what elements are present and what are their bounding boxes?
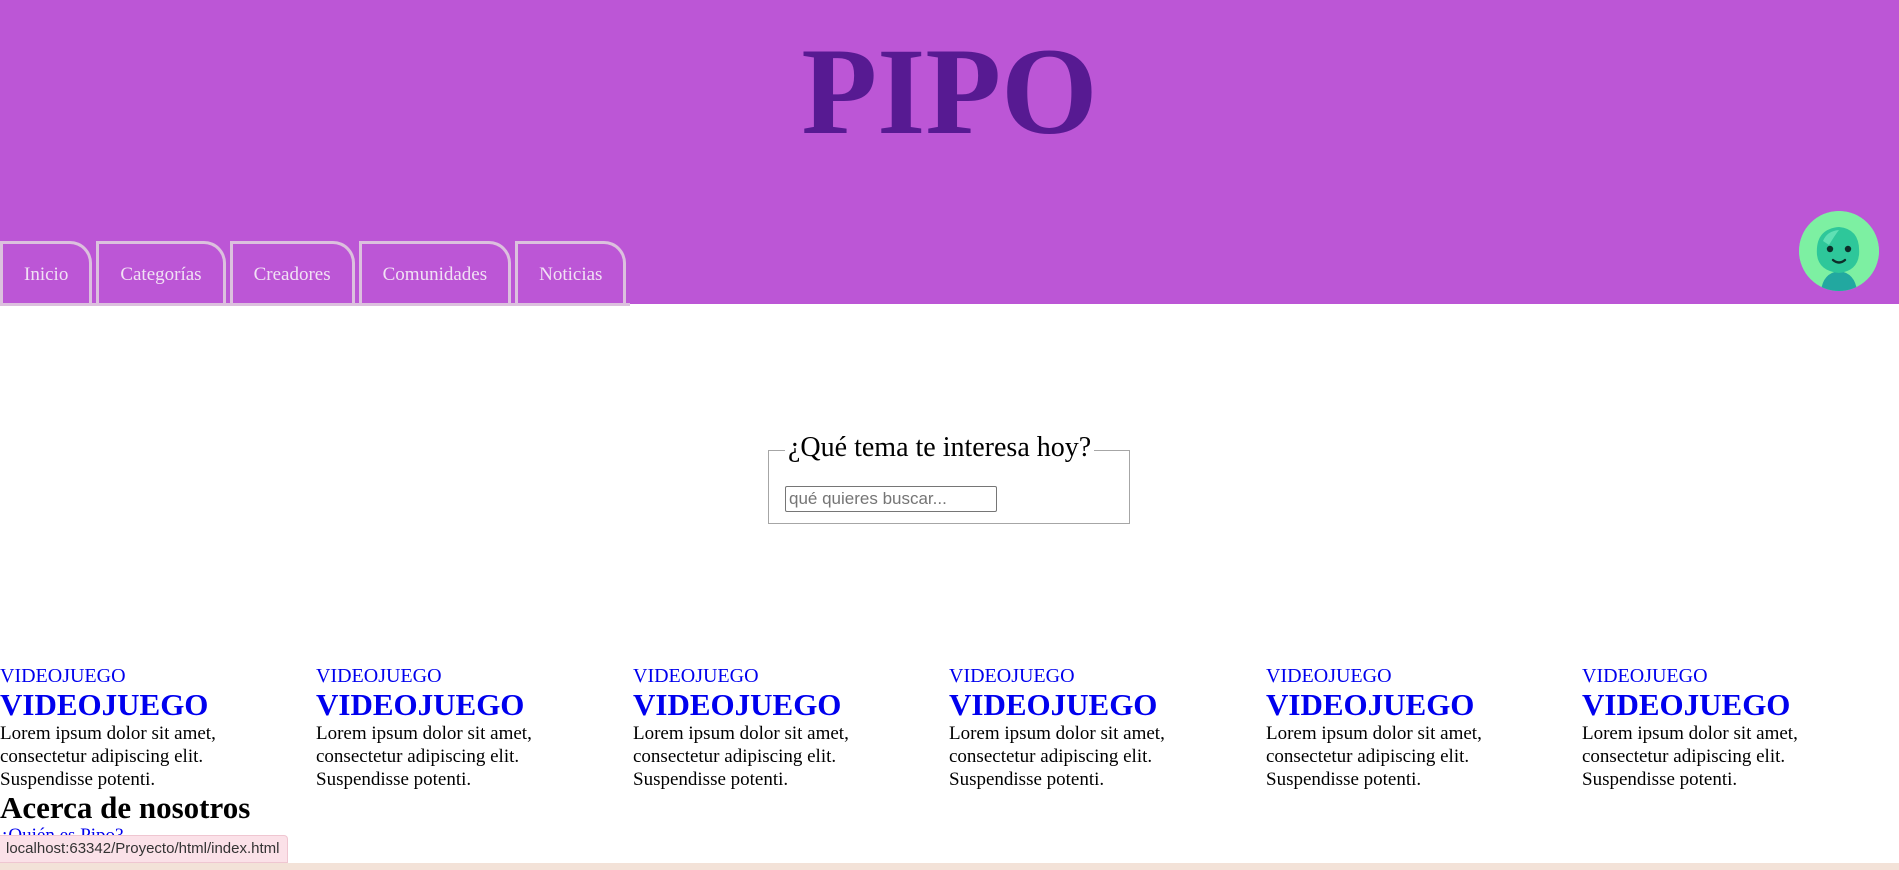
window-bottom-edge	[0, 863, 1899, 870]
videogame-card: VIDEOJUEGO VIDEOJUEGO Lorem ipsum dolor …	[949, 664, 1265, 791]
videogame-card: VIDEOJUEGO VIDEOJUEGO Lorem ipsum dolor …	[316, 664, 632, 791]
videogame-cards: VIDEOJUEGO VIDEOJUEGO Lorem ipsum dolor …	[0, 664, 1899, 794]
status-bar-url: localhost:63342/Proyecto/html/index.html	[0, 835, 289, 863]
about-heading: Acerca de nosotros	[0, 790, 251, 825]
card-image[interactable]: VIDEOJUEGO	[0, 664, 316, 688]
card-image-alt: VIDEOJUEGO	[633, 665, 759, 687]
card-description: Lorem ipsum dolor sit amet, consectetur …	[633, 723, 849, 790]
site-title: PIPO	[801, 23, 1098, 160]
nav-tab-comunidades[interactable]: Comunidades	[358, 241, 512, 305]
nav-tab-categorias[interactable]: Categorías	[96, 241, 226, 305]
nav-underline	[0, 303, 630, 306]
card-title-link[interactable]: VIDEOJUEGO	[633, 688, 949, 722]
card-description: Lorem ipsum dolor sit amet, consectetur …	[1582, 723, 1798, 790]
card-image[interactable]: VIDEOJUEGO	[1582, 664, 1898, 688]
card-image[interactable]: VIDEOJUEGO	[633, 664, 949, 688]
site-header: PIPO Inicio Categorías Creadores Comunid…	[0, 0, 1899, 306]
green-smiling-creature-avatar-icon	[1799, 211, 1879, 291]
card-image-alt: VIDEOJUEGO	[949, 665, 1075, 687]
videogame-card: VIDEOJUEGO VIDEOJUEGO Lorem ipsum dolor …	[0, 664, 316, 791]
card-image-alt: VIDEOJUEGO	[1266, 665, 1392, 687]
videogame-card: VIDEOJUEGO VIDEOJUEGO Lorem ipsum dolor …	[1582, 664, 1898, 791]
card-description: Lorem ipsum dolor sit amet, consectetur …	[949, 723, 1165, 790]
card-title-link[interactable]: VIDEOJUEGO	[1582, 688, 1898, 722]
card-image-alt: VIDEOJUEGO	[0, 665, 126, 687]
card-title-link[interactable]: VIDEOJUEGO	[0, 688, 316, 722]
main-nav: Inicio Categorías Creadores Comunidades …	[0, 237, 627, 305]
videogame-card: VIDEOJUEGO VIDEOJUEGO Lorem ipsum dolor …	[633, 664, 949, 791]
card-description: Lorem ipsum dolor sit amet, consectetur …	[316, 723, 532, 790]
card-image[interactable]: VIDEOJUEGO	[1266, 664, 1582, 688]
card-title-link[interactable]: VIDEOJUEGO	[949, 688, 1265, 722]
avatar[interactable]	[1799, 211, 1879, 291]
card-description: Lorem ipsum dolor sit amet, consectetur …	[0, 723, 216, 790]
card-title-link[interactable]: VIDEOJUEGO	[1266, 688, 1582, 722]
videogame-card: VIDEOJUEGO VIDEOJUEGO Lorem ipsum dolor …	[1266, 664, 1582, 791]
nav-tab-creadores[interactable]: Creadores	[229, 241, 355, 305]
search-fieldset: ¿Qué tema te interesa hoy?	[768, 430, 1130, 524]
card-image[interactable]: VIDEOJUEGO	[316, 664, 632, 688]
search-input[interactable]	[785, 486, 997, 512]
nav-tab-noticias[interactable]: Noticias	[515, 241, 627, 305]
card-image-alt: VIDEOJUEGO	[1582, 665, 1708, 687]
card-title-link[interactable]: VIDEOJUEGO	[316, 688, 632, 722]
card-image-alt: VIDEOJUEGO	[316, 665, 442, 687]
search-legend: ¿Qué tema te interesa hoy?	[785, 430, 1095, 466]
card-image[interactable]: VIDEOJUEGO	[949, 664, 1265, 688]
card-description: Lorem ipsum dolor sit amet, consectetur …	[1266, 723, 1482, 790]
nav-tab-inicio[interactable]: Inicio	[0, 241, 93, 305]
